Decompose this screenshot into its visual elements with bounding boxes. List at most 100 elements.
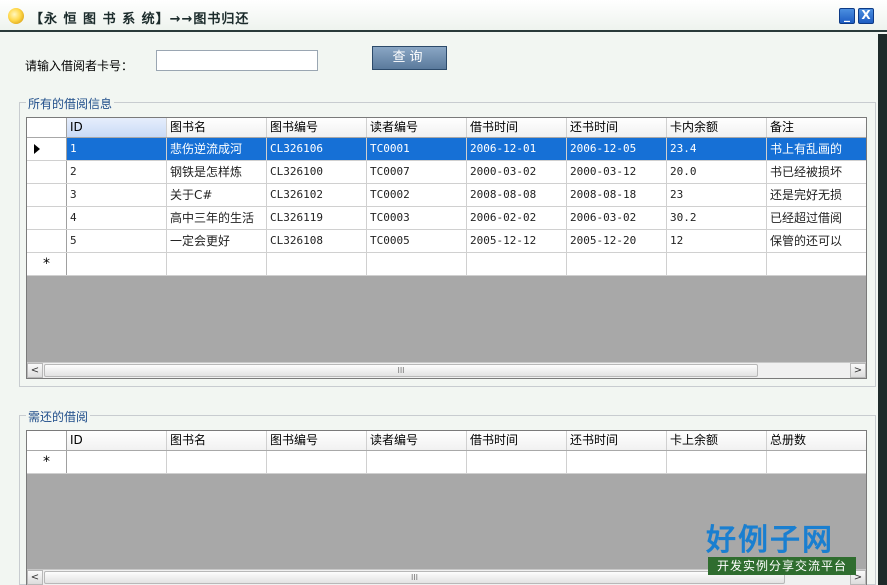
- column-header-id[interactable]: ID: [67, 431, 167, 450]
- row-header[interactable]: [27, 207, 67, 229]
- table-cell[interactable]: [267, 451, 367, 473]
- table-cell[interactable]: [567, 253, 667, 275]
- table-cell[interactable]: [667, 451, 767, 473]
- table-cell[interactable]: 3: [67, 184, 167, 206]
- row-header[interactable]: [27, 230, 67, 252]
- scroll-thumb[interactable]: III: [44, 571, 785, 584]
- column-header-id[interactable]: ID: [67, 118, 167, 137]
- table-cell[interactable]: [367, 451, 467, 473]
- table-cell[interactable]: 20.0: [667, 161, 767, 183]
- column-header-book-number[interactable]: 图书编号: [267, 431, 367, 450]
- new-row[interactable]: *: [27, 451, 866, 474]
- close-button[interactable]: X: [858, 8, 874, 24]
- row-header[interactable]: [27, 161, 67, 183]
- column-header-remarks[interactable]: 备注: [767, 118, 866, 137]
- table-cell[interactable]: CL326100: [267, 161, 367, 183]
- table-cell[interactable]: TC0007: [367, 161, 467, 183]
- table-row[interactable]: 5 一定会更好 CL326108 TC0005 2005-12-12 2005-12-20…: [27, 230, 866, 253]
- table-cell[interactable]: 高中三年的生活: [167, 207, 267, 229]
- table-cell[interactable]: [467, 451, 567, 473]
- table-cell[interactable]: 23: [667, 184, 767, 206]
- table-cell[interactable]: 书已经被损坏: [767, 161, 866, 183]
- table-cell[interactable]: 2005-12-20: [567, 230, 667, 252]
- column-header-book-number[interactable]: 图书编号: [267, 118, 367, 137]
- table-cell[interactable]: 2000-03-02: [467, 161, 567, 183]
- table-cell[interactable]: CL326108: [267, 230, 367, 252]
- row-header-corner[interactable]: [27, 118, 67, 137]
- scroll-right-arrow-icon[interactable]: >: [850, 363, 866, 378]
- table-cell[interactable]: [167, 451, 267, 473]
- table-cell[interactable]: CL326106: [267, 138, 367, 160]
- column-header-book-name[interactable]: 图书名: [167, 431, 267, 450]
- column-header-reader-number[interactable]: 读者编号: [367, 431, 467, 450]
- table-cell[interactable]: 书上有乱画的: [767, 138, 866, 160]
- app-icon: [8, 8, 24, 24]
- table-cell[interactable]: 保管的还可以: [767, 230, 866, 252]
- table-cell[interactable]: 2006-12-05: [567, 138, 667, 160]
- table-cell[interactable]: [67, 451, 167, 473]
- table-cell[interactable]: 已经超过借阅: [767, 207, 866, 229]
- table-cell[interactable]: 悲伤逆流成河: [167, 138, 267, 160]
- table-cell[interactable]: 2006-02-02: [467, 207, 567, 229]
- row-header[interactable]: [27, 138, 67, 160]
- scroll-thumb[interactable]: III: [44, 364, 758, 377]
- table-cell[interactable]: 30.2: [667, 207, 767, 229]
- table-cell[interactable]: [367, 253, 467, 275]
- query-button[interactable]: 查询: [372, 46, 447, 70]
- table-cell[interactable]: [267, 253, 367, 275]
- table-cell[interactable]: 2: [67, 161, 167, 183]
- table-row[interactable]: 4 高中三年的生活 CL326119 TC0003 2006-02-02 2006-03-…: [27, 207, 866, 230]
- table-cell[interactable]: [167, 253, 267, 275]
- table-cell[interactable]: 4: [67, 207, 167, 229]
- table-cell[interactable]: 2006-12-01: [467, 138, 567, 160]
- table-cell[interactable]: CL326119: [267, 207, 367, 229]
- table-cell[interactable]: [467, 253, 567, 275]
- table-row[interactable]: 2 钢铁是怎样炼 CL326100 TC0007 2000-03-02 2000-03-1…: [27, 161, 866, 184]
- table-cell[interactable]: 2005-12-12: [467, 230, 567, 252]
- table-cell[interactable]: 12: [667, 230, 767, 252]
- table-cell[interactable]: [767, 253, 866, 275]
- table-cell[interactable]: 关于C#: [167, 184, 267, 206]
- row-header-corner[interactable]: [27, 431, 67, 450]
- scroll-left-arrow-icon[interactable]: <: [27, 570, 43, 585]
- table-cell[interactable]: CL326102: [267, 184, 367, 206]
- table-cell[interactable]: 2006-03-02: [567, 207, 667, 229]
- table-cell[interactable]: 2008-08-08: [467, 184, 567, 206]
- horizontal-scrollbar[interactable]: < III >: [27, 362, 866, 378]
- title-bar[interactable]: 【永 恒 图 书 系 统】→→图书归还 _ X: [0, 0, 887, 32]
- column-header-return-time[interactable]: 还书时间: [567, 431, 667, 450]
- column-header-borrow-time[interactable]: 借书时间: [467, 118, 567, 137]
- table-cell[interactable]: TC0002: [367, 184, 467, 206]
- table-cell[interactable]: 2000-03-12: [567, 161, 667, 183]
- table-row[interactable]: 1 悲伤逆流成河 CL326106 TC0001 2006-12-01 2006-12-0…: [27, 138, 866, 161]
- card-number-input[interactable]: [156, 50, 318, 71]
- column-header-borrow-time[interactable]: 借书时间: [467, 431, 567, 450]
- brand-subtitle: 开发实例分享交流平台: [708, 557, 856, 575]
- table-cell[interactable]: 一定会更好: [167, 230, 267, 252]
- row-header[interactable]: [27, 184, 67, 206]
- table-cell[interactable]: [767, 451, 866, 473]
- table-cell[interactable]: 5: [67, 230, 167, 252]
- table-cell[interactable]: [567, 451, 667, 473]
- column-header-reader-number[interactable]: 读者编号: [367, 118, 467, 137]
- table-cell[interactable]: [67, 253, 167, 275]
- column-header-return-time[interactable]: 还书时间: [567, 118, 667, 137]
- table-cell[interactable]: TC0005: [367, 230, 467, 252]
- table-row[interactable]: 3 关于C# CL326102 TC0002 2008-08-08 2008-08-18 2…: [27, 184, 866, 207]
- table-cell[interactable]: 1: [67, 138, 167, 160]
- minimize-button[interactable]: _: [839, 8, 855, 24]
- borrow-records-grid[interactable]: ID 图书名 图书编号 读者编号 借书时间 还书时间 卡内余额 备注 1 悲伤逆流…: [26, 117, 867, 379]
- column-header-card-balance[interactable]: 卡内余额: [667, 118, 767, 137]
- table-cell[interactable]: TC0001: [367, 138, 467, 160]
- column-header-card-balance[interactable]: 卡上余额: [667, 431, 767, 450]
- table-cell[interactable]: TC0003: [367, 207, 467, 229]
- column-header-total-volumes[interactable]: 总册数: [767, 431, 866, 450]
- table-cell[interactable]: 2008-08-18: [567, 184, 667, 206]
- table-cell[interactable]: 还是完好无损: [767, 184, 866, 206]
- scroll-left-arrow-icon[interactable]: <: [27, 363, 43, 378]
- table-cell[interactable]: [667, 253, 767, 275]
- column-header-book-name[interactable]: 图书名: [167, 118, 267, 137]
- new-row[interactable]: *: [27, 253, 866, 276]
- table-cell[interactable]: 钢铁是怎样炼: [167, 161, 267, 183]
- table-cell[interactable]: 23.4: [667, 138, 767, 160]
